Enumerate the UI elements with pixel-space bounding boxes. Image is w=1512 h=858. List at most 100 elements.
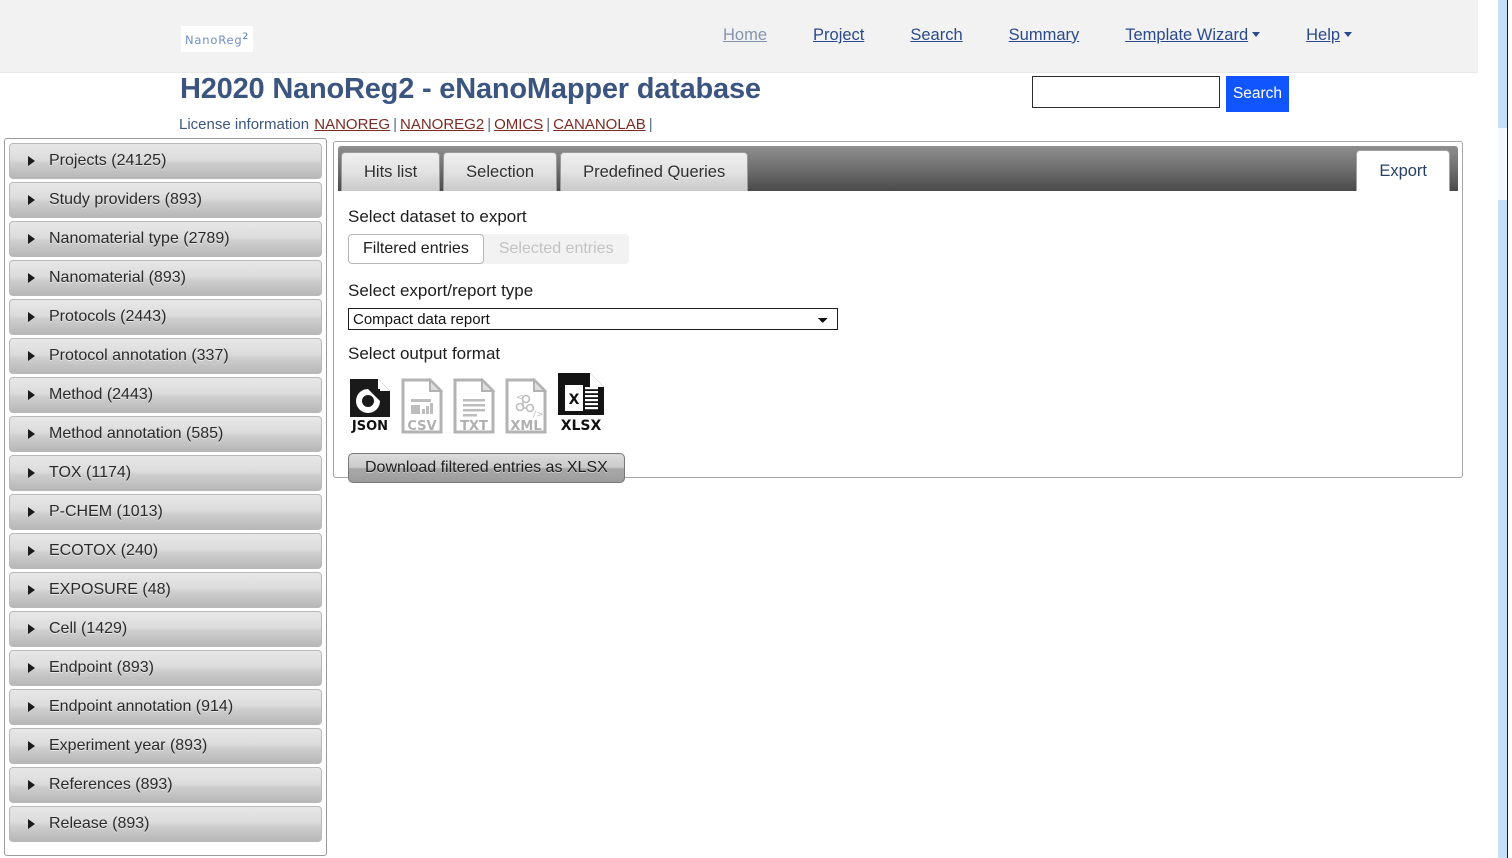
search-button[interactable]: Search [1226, 76, 1289, 112]
triangle-right-icon [28, 624, 35, 634]
top-navigation-bar: NanoReg2 Home Project Search Summary Tem… [0, 0, 1478, 73]
tab-selection[interactable]: Selection [443, 152, 557, 191]
triangle-right-icon [28, 195, 35, 205]
format-option-csv[interactable]: CSV [400, 377, 444, 435]
sidebar-item-label: Method annotation (585) [49, 425, 223, 443]
sidebar-item-label: Study providers (893) [49, 191, 202, 209]
sidebar-item-protocol-annotation[interactable]: Protocol annotation (337) [9, 338, 322, 374]
sidebar-item-nanomaterial-type[interactable]: Nanomaterial type (2789) [9, 221, 322, 257]
license-separator: | [487, 116, 491, 133]
dataset-option-selected-entries: Selected entries [484, 234, 629, 264]
search-input[interactable] [1032, 76, 1220, 108]
triangle-right-icon [28, 429, 35, 439]
page-title: H2020 NanoReg2 - eNanoMapper database [180, 73, 761, 106]
svg-text:XML: XML [510, 419, 541, 434]
nav-link-home[interactable]: Home [700, 26, 790, 45]
sidebar-item-label: Endpoint annotation (914) [49, 698, 233, 716]
export-panel: Select dataset to export Filtered entrie… [334, 191, 1462, 483]
format-option-txt[interactable]: TXT [452, 377, 496, 435]
tab-predefined-queries[interactable]: Predefined Queries [560, 152, 748, 191]
sidebar-item-label: Nanomaterial (893) [49, 269, 186, 287]
tab-bar: Hits list Selection Predefined Queries E… [338, 146, 1458, 191]
sidebar-item-label: Projects (24125) [49, 152, 166, 170]
sidebar-item-label: Protocols (2443) [49, 308, 166, 326]
sidebar-item-experiment-year[interactable]: Experiment year (893) [9, 728, 322, 764]
download-button[interactable]: Download filtered entries as XLSX [348, 453, 625, 483]
nav-link-search[interactable]: Search [887, 26, 985, 45]
nanoreg2-logo[interactable]: NanoReg2 [181, 26, 253, 52]
logo-text: NanoReg2 [185, 32, 249, 47]
nav-link-template-wizard[interactable]: Template Wizard [1102, 26, 1283, 45]
sidebar-item-ecotox[interactable]: ECOTOX (240) [9, 533, 322, 569]
tab-label: Predefined Queries [583, 163, 725, 182]
format-option-xml[interactable]: < /> XML [504, 377, 548, 435]
tab-label: Hits list [364, 163, 417, 182]
nav-link-summary[interactable]: Summary [986, 26, 1103, 45]
svg-text:TXT: TXT [460, 419, 488, 434]
sidebar-item-method-annotation[interactable]: Method annotation (585) [9, 416, 322, 452]
license-separator: | [393, 116, 397, 133]
svg-text:JSON: JSON [351, 419, 388, 434]
triangle-right-icon [28, 741, 35, 751]
license-information: License information NANOREG|NANOREG2|OMI… [179, 116, 655, 133]
license-link-omics[interactable]: OMICS [494, 116, 543, 133]
svg-text:XLSX: XLSX [561, 418, 602, 434]
license-label: License information [179, 116, 309, 133]
tab-label: Selection [466, 163, 534, 182]
triangle-right-icon [28, 390, 35, 400]
triangle-right-icon [28, 780, 35, 790]
triangle-right-icon [28, 507, 35, 517]
sidebar-item-label: ECOTOX (240) [49, 542, 158, 560]
sidebar-item-label: References (893) [49, 776, 173, 794]
sidebar-item-label: Endpoint (893) [49, 659, 154, 677]
sidebar-item-p-chem[interactable]: P-CHEM (1013) [9, 494, 322, 530]
license-link-nanoreg[interactable]: NANOREG [314, 116, 390, 133]
report-type-select[interactable]: Compact data report [348, 308, 838, 330]
triangle-right-icon [28, 546, 35, 556]
report-type-label: Select export/report type [348, 281, 1462, 301]
sidebar-item-projects[interactable]: Projects (24125) [9, 143, 322, 179]
sidebar-item-study-providers[interactable]: Study providers (893) [9, 182, 322, 218]
chevron-down-icon [1344, 32, 1352, 37]
sidebar-item-endpoint-annotation[interactable]: Endpoint annotation (914) [9, 689, 322, 725]
tab-hits-list[interactable]: Hits list [341, 152, 440, 191]
dataset-label: Select dataset to export [348, 207, 1462, 227]
format-option-xlsx[interactable]: X XLSX [556, 371, 606, 435]
sidebar-item-label: P-CHEM (1013) [49, 503, 163, 521]
output-format-list: JSON CSV [348, 371, 1462, 435]
sidebar-item-references[interactable]: References (893) [9, 767, 322, 803]
triangle-right-icon [28, 819, 35, 829]
license-link-nanoreg2[interactable]: NANOREG2 [400, 116, 484, 133]
triangle-right-icon [28, 312, 35, 322]
dataset-toggle-group: Filtered entries Selected entries [348, 234, 629, 264]
sidebar-item-label: Method (2443) [49, 386, 153, 404]
main-nav: Home Project Search Summary Template Wiz… [700, 26, 1375, 45]
sidebar-item-exposure[interactable]: EXPOSURE (48) [9, 572, 322, 608]
sidebar-item-endpoint[interactable]: Endpoint (893) [9, 650, 322, 686]
triangle-right-icon [28, 273, 35, 283]
sidebar-item-label: Experiment year (893) [49, 737, 207, 755]
svg-text:X: X [569, 392, 580, 408]
sidebar-item-cell[interactable]: Cell (1429) [9, 611, 322, 647]
nav-link-project[interactable]: Project [790, 26, 887, 45]
sidebar-item-release[interactable]: Release (893) [9, 806, 322, 842]
sidebar-item-nanomaterial[interactable]: Nanomaterial (893) [9, 260, 322, 296]
sidebar-item-tox[interactable]: TOX (1174) [9, 455, 322, 491]
license-link-cananolab[interactable]: CANANOLAB [553, 116, 646, 133]
sidebar-item-label: EXPOSURE (48) [49, 581, 171, 599]
dataset-option-filtered-entries[interactable]: Filtered entries [348, 234, 484, 264]
facet-sidebar: Projects (24125) Study providers (893) N… [4, 138, 327, 856]
chevron-down-icon [1252, 32, 1260, 37]
triangle-right-icon [28, 702, 35, 712]
tab-export[interactable]: Export [1356, 150, 1450, 191]
sidebar-item-protocols[interactable]: Protocols (2443) [9, 299, 322, 335]
nav-link-help[interactable]: Help [1283, 26, 1375, 45]
search-area: Search [1032, 76, 1289, 112]
license-separator: | [546, 116, 550, 133]
format-option-json[interactable]: JSON [348, 377, 392, 435]
sidebar-item-method[interactable]: Method (2443) [9, 377, 322, 413]
window-edge [1507, 0, 1512, 858]
license-separator: | [649, 116, 653, 133]
svg-text:CSV: CSV [407, 419, 436, 434]
main-content-panel: Hits list Selection Predefined Queries E… [333, 141, 1463, 478]
